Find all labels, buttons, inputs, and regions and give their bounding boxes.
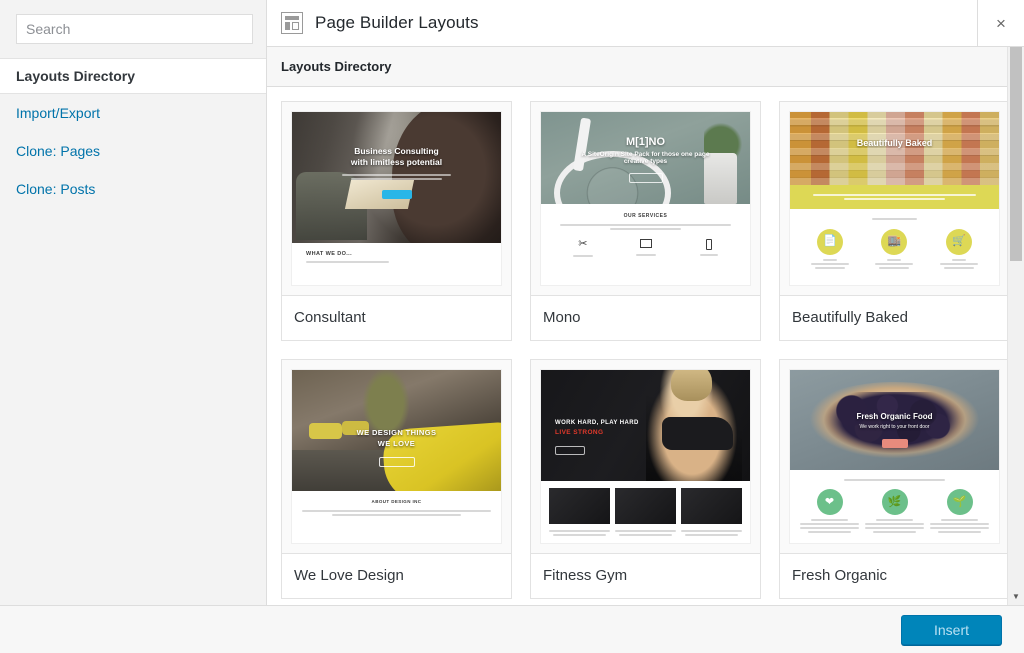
modal-body: Layouts Directory Import/Export Clone: P… xyxy=(0,0,1024,605)
layout-card-title: We Love Design xyxy=(282,553,511,598)
scrollbar-thumb[interactable] xyxy=(1010,18,1022,261)
monitor-icon xyxy=(640,238,653,248)
leaf-icon: 🌿 xyxy=(881,489,908,516)
thumb-tile xyxy=(615,487,676,524)
plant-icon: 🌱 xyxy=(946,489,973,516)
sidebar: Layouts Directory Import/Export Clone: P… xyxy=(0,0,267,605)
thumb-subheadline: with limitless potential xyxy=(350,157,443,167)
thumb-subheadline: LIVE STRONG xyxy=(555,429,604,436)
thumb-tile xyxy=(549,487,610,524)
close-icon[interactable]: × xyxy=(977,0,1024,47)
search-input[interactable] xyxy=(16,14,253,44)
layout-card-fitness-gym[interactable]: WORK HARD, PLAY HARD LIVE STRONG Fitness… xyxy=(530,359,761,599)
sidebar-item-label: Clone: Pages xyxy=(16,143,101,159)
shop-icon: 🏬 xyxy=(881,228,908,255)
sidebar-nav: Layouts Directory Import/Export Clone: P… xyxy=(0,58,266,208)
layouts-scroll-area[interactable]: Business Consulting with limitless poten… xyxy=(267,87,1024,605)
thumb-headline: Beautifully Baked xyxy=(856,138,933,148)
thumb-tile xyxy=(681,487,742,524)
sidebar-item-clone-pages[interactable]: Clone: Pages xyxy=(0,132,266,170)
page-title: Page Builder Layouts xyxy=(315,13,479,32)
sidebar-item-label: Import/Export xyxy=(16,105,101,121)
layout-card-title: Beautifully Baked xyxy=(780,295,1009,340)
layout-card-title: Mono xyxy=(531,295,760,340)
thumbnail-container: WORK HARD, PLAY HARD LIVE STRONG xyxy=(531,360,760,553)
layout-thumbnail: Fresh Organic Food We work right to your… xyxy=(789,369,1000,544)
breadcrumb: Layouts Directory xyxy=(267,47,1024,87)
close-glyph: × xyxy=(996,13,1006,33)
thumb-section-heading: OUR SERVICES xyxy=(623,212,668,219)
layout-thumbnail: Beautifully Baked 📄 🏬 🛒 xyxy=(789,111,1000,286)
thumb-section-heading: WHAT WE DO... xyxy=(306,251,353,257)
scroll-down-glyph: ▼ xyxy=(1012,592,1020,601)
design-icon: ✂ xyxy=(578,237,588,250)
thumb-headline: Fresh Organic Food xyxy=(856,412,933,421)
layout-thumbnail: M[1]NO A SiteOrigin Site Pack for those … xyxy=(540,111,751,286)
sidebar-item-import-export[interactable]: Import/Export xyxy=(0,94,266,132)
heart-icon: ❤ xyxy=(816,489,843,516)
vertical-scrollbar[interactable]: ▲ ▼ xyxy=(1007,0,1024,605)
layout-card-we-love-design[interactable]: WE DESIGN THINGS WE LOVE ABOUT DESIGN IN… xyxy=(281,359,512,599)
thumb-subheadline: WE LOVE xyxy=(377,439,416,448)
thumb-cta-button xyxy=(628,173,663,183)
thumb-cta-button xyxy=(378,457,415,467)
sidebar-item-label: Clone: Posts xyxy=(16,181,96,197)
thumb-cta-button xyxy=(881,439,908,448)
layout-card-fresh-organic[interactable]: Fresh Organic Food We work right to your… xyxy=(779,359,1010,599)
thumb-cta-button xyxy=(555,446,585,455)
cart-icon: 🛒 xyxy=(945,228,972,255)
layout-card-beautifully-baked[interactable]: Beautifully Baked 📄 🏬 🛒 Beautifully Bake… xyxy=(779,101,1010,341)
layout-card-title: Fresh Organic xyxy=(780,553,1009,598)
thumb-band xyxy=(790,184,999,209)
layout-thumbnail: WE DESIGN THINGS WE LOVE ABOUT DESIGN IN… xyxy=(291,369,502,544)
thumbnail-container: Business Consulting with limitless poten… xyxy=(282,102,511,295)
modal-header: Page Builder Layouts xyxy=(267,0,1024,47)
document-icon: 📄 xyxy=(817,228,844,255)
thumbnail-container: Beautifully Baked 📄 🏬 🛒 xyxy=(780,102,1009,295)
sidebar-item-label: Layouts Directory xyxy=(16,68,136,84)
thumb-section-heading: ABOUT DESIGN INC xyxy=(371,499,422,505)
layout-thumbnail: Business Consulting with limitless poten… xyxy=(291,111,502,286)
thumbnail-container: WE DESIGN THINGS WE LOVE ABOUT DESIGN IN… xyxy=(282,360,511,553)
scroll-down-icon[interactable]: ▼ xyxy=(1008,588,1024,605)
mobile-icon xyxy=(706,238,713,250)
thumb-cta-button xyxy=(381,190,412,199)
thumbnail-container: M[1]NO A SiteOrigin Site Pack for those … xyxy=(531,102,760,295)
page-builder-layouts-modal: Layouts Directory Import/Export Clone: P… xyxy=(0,0,1024,653)
thumb-headline: M[1]NO xyxy=(625,136,666,148)
thumb-headline: WORK HARD, PLAY HARD xyxy=(555,420,639,426)
layout-card-title: Consultant xyxy=(282,295,511,340)
insert-button[interactable]: Insert xyxy=(900,614,1002,645)
search-container xyxy=(0,0,266,58)
layouts-grid: Business Consulting with limitless poten… xyxy=(281,101,1010,599)
main-panel: Page Builder Layouts Layouts Directory B… xyxy=(267,0,1024,605)
layout-card-mono[interactable]: M[1]NO A SiteOrigin Site Pack for those … xyxy=(530,101,761,341)
thumb-headline: Business Consulting xyxy=(354,146,439,156)
page-builder-icon xyxy=(281,12,303,34)
modal-footer: Insert xyxy=(0,605,1024,653)
sidebar-item-layouts-directory[interactable]: Layouts Directory xyxy=(0,58,266,94)
thumb-subheadline: We work right to your front door xyxy=(859,424,930,430)
thumb-subheadline: A SiteOrigin Site Pack for those one pag… xyxy=(581,151,710,158)
thumb-headline: WE DESIGN THINGS xyxy=(356,428,437,437)
layout-thumbnail: WORK HARD, PLAY HARD LIVE STRONG xyxy=(540,369,751,544)
layout-card-title: Fitness Gym xyxy=(531,553,760,598)
sidebar-item-clone-posts[interactable]: Clone: Posts xyxy=(0,170,266,208)
layout-card-consultant[interactable]: Business Consulting with limitless poten… xyxy=(281,101,512,341)
thumb-subheadline-2: creative types xyxy=(623,158,668,165)
breadcrumb-label: Layouts Directory xyxy=(281,59,392,74)
thumbnail-container: Fresh Organic Food We work right to your… xyxy=(780,360,1009,553)
